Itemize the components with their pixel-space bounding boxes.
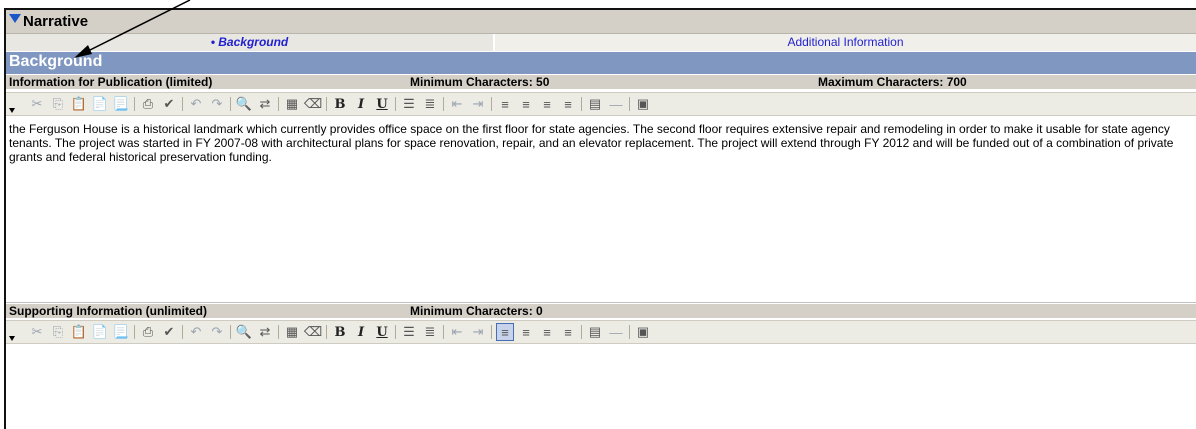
align-left-icon[interactable]: ≡	[496, 323, 514, 341]
info-publication-text: the Ferguson House is a historical landm…	[9, 122, 1174, 164]
toolbar-separator	[581, 97, 582, 111]
undo-icon[interactable]: ↶	[187, 95, 205, 113]
collapse-triangle-icon[interactable]	[9, 14, 21, 23]
info-min-chars: Minimum Characters: 50	[410, 75, 550, 89]
toolbar-separator	[326, 97, 327, 111]
find-icon[interactable]: 🔍	[235, 323, 253, 341]
toolbar-separator	[395, 97, 396, 111]
find-icon[interactable]: 🔍	[235, 95, 253, 113]
select-all-icon[interactable]: ▦	[283, 95, 301, 113]
toolbar-separator	[278, 97, 279, 111]
align-center-icon[interactable]: ≡	[517, 323, 535, 341]
info-publication-bar: Information for Publication (limited) Mi…	[6, 75, 1196, 89]
outdent-icon[interactable]: ⇤	[448, 323, 466, 341]
horizontal-rule-icon[interactable]: ―	[607, 323, 625, 341]
unordered-list-icon[interactable]: ≣	[421, 95, 439, 113]
toolbar-separator	[230, 325, 231, 339]
print-icon[interactable]: ⎙	[139, 323, 157, 341]
tab-bar: • Background Additional Information	[6, 34, 1196, 51]
narrative-title: Narrative	[23, 13, 89, 30]
select-all-icon[interactable]: ▦	[283, 323, 301, 341]
print-icon[interactable]: ⎙	[139, 95, 157, 113]
spellcheck-icon[interactable]: ✔	[160, 95, 178, 113]
table-icon[interactable]: ▤	[586, 95, 604, 113]
toolbar-separator	[443, 97, 444, 111]
source-icon[interactable]: ▣	[634, 323, 652, 341]
tab-additional-information[interactable]: Additional Information	[495, 34, 1196, 51]
italic-icon[interactable]: I	[352, 323, 370, 341]
indent-icon[interactable]: ⇥	[469, 95, 487, 113]
remove-format-icon[interactable]: ⌫	[304, 323, 322, 341]
paste-text-icon[interactable]: 📄	[91, 95, 109, 113]
replace-icon[interactable]: ⇄	[256, 323, 274, 341]
toolbar-separator	[491, 325, 492, 339]
toolbar-separator	[134, 97, 135, 111]
section-header: Background	[6, 52, 1196, 74]
indent-icon[interactable]: ⇥	[469, 323, 487, 341]
toolbar-separator	[182, 325, 183, 339]
paste-icon[interactable]: 📋	[70, 323, 88, 341]
toolbar-separator	[230, 97, 231, 111]
underline-icon[interactable]: U	[373, 323, 391, 341]
editor-toolbar-2: ✂ ⎘ 📋 📄 📃 ⎙ ✔ ↶ ↷ 🔍 ⇄ ▦ ⌫ B I U ☰ ≣ ⇤ ⇥ ≡ ≡ ≡ ≡ ▤ ― ▣	[6, 320, 1196, 344]
copy-icon[interactable]: ⎘	[49, 323, 67, 341]
spellcheck-icon[interactable]: ✔	[160, 323, 178, 341]
toolbar-separator	[629, 325, 630, 339]
paste-word-icon[interactable]: 📃	[112, 95, 130, 113]
toolbar-separator	[443, 325, 444, 339]
justify-icon[interactable]: ≡	[559, 323, 577, 341]
toolbar-grip-icon[interactable]	[9, 95, 15, 113]
section-title: Background	[9, 53, 103, 70]
supporting-min-chars: Minimum Characters: 0	[410, 304, 543, 318]
redo-icon[interactable]: ↷	[208, 323, 226, 341]
toolbar-separator	[182, 97, 183, 111]
remove-format-icon[interactable]: ⌫	[304, 95, 322, 113]
supporting-info-label: Supporting Information (unlimited)	[9, 304, 207, 318]
justify-icon[interactable]: ≡	[559, 95, 577, 113]
toolbar-separator	[629, 97, 630, 111]
narrative-bar[interactable]: Narrative	[6, 10, 1196, 34]
horizontal-rule-icon[interactable]: ―	[607, 95, 625, 113]
info-max-chars: Maximum Characters: 700	[818, 75, 967, 89]
info-publication-label: Information for Publication (limited)	[9, 75, 213, 89]
align-right-icon[interactable]: ≡	[538, 95, 556, 113]
paste-word-icon[interactable]: 📃	[112, 323, 130, 341]
editor-divider	[6, 302, 1196, 303]
toolbar-separator	[581, 325, 582, 339]
copy-icon[interactable]: ⎘	[49, 95, 67, 113]
toolbar-separator	[134, 325, 135, 339]
replace-icon[interactable]: ⇄	[256, 95, 274, 113]
cut-icon[interactable]: ✂	[28, 323, 46, 341]
align-left-icon[interactable]: ≡	[496, 95, 514, 113]
table-icon[interactable]: ▤	[586, 323, 604, 341]
toolbar-grip-icon[interactable]	[9, 323, 15, 341]
italic-icon[interactable]: I	[352, 95, 370, 113]
ordered-list-icon[interactable]: ☰	[400, 95, 418, 113]
ordered-list-icon[interactable]: ☰	[400, 323, 418, 341]
editor-toolbar-1: ✂ ⎘ 📋 📄 📃 ⎙ ✔ ↶ ↷ 🔍 ⇄ ▦ ⌫ B I U ☰ ≣ ⇤ ⇥ ≡ ≡ ≡ ≡ ▤ ― ▣	[6, 92, 1196, 116]
source-icon[interactable]: ▣	[634, 95, 652, 113]
supporting-info-bar: Supporting Information (unlimited) Minim…	[6, 304, 1196, 318]
underline-icon[interactable]: U	[373, 95, 391, 113]
info-publication-editor[interactable]: the Ferguson House is a historical landm…	[6, 116, 1196, 302]
form-frame: Narrative • Background Additional Inform…	[0, 0, 1196, 429]
toolbar-separator	[326, 325, 327, 339]
undo-icon[interactable]: ↶	[187, 323, 205, 341]
cut-icon[interactable]: ✂	[28, 95, 46, 113]
bold-icon[interactable]: B	[331, 95, 349, 113]
outdent-icon[interactable]: ⇤	[448, 95, 466, 113]
supporting-info-editor[interactable]	[6, 344, 1196, 429]
align-right-icon[interactable]: ≡	[538, 323, 556, 341]
toolbar-separator	[395, 325, 396, 339]
align-center-icon[interactable]: ≡	[517, 95, 535, 113]
unordered-list-icon[interactable]: ≣	[421, 323, 439, 341]
toolbar-separator	[278, 325, 279, 339]
paste-icon[interactable]: 📋	[70, 95, 88, 113]
redo-icon[interactable]: ↷	[208, 95, 226, 113]
bold-icon[interactable]: B	[331, 323, 349, 341]
toolbar-separator	[491, 97, 492, 111]
paste-text-icon[interactable]: 📄	[91, 323, 109, 341]
tab-background[interactable]: • Background	[6, 34, 493, 51]
